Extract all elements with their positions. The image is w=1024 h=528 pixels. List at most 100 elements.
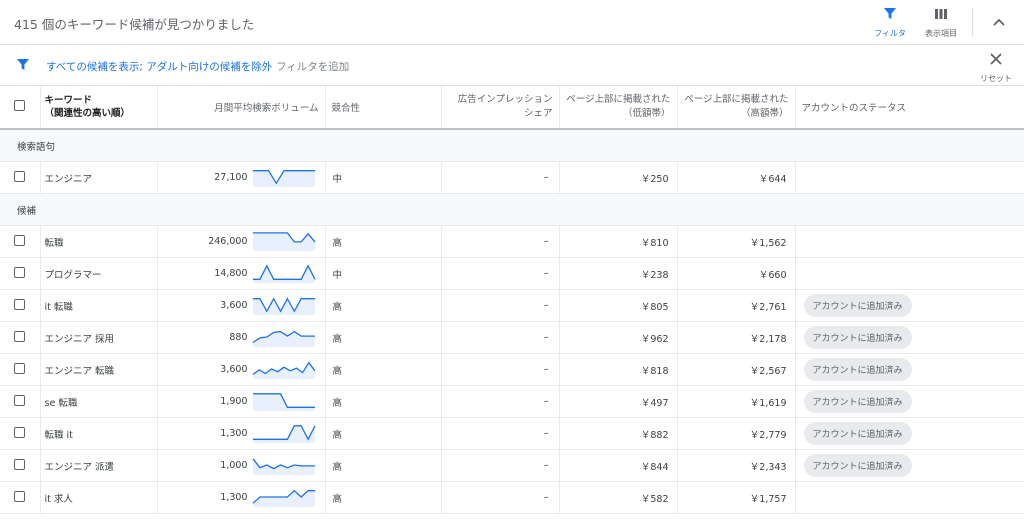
table-row[interactable]: it 求人 1,300 高 – ￥582 ￥1,757 <box>0 481 1024 514</box>
bid-low-header-line2: （低額帯） <box>622 108 671 119</box>
volume-value: 1,300 <box>220 428 248 439</box>
row-checkbox[interactable] <box>14 298 26 310</box>
volume-value: 246,000 <box>208 236 248 247</box>
trend-sparkline <box>252 361 316 379</box>
table-header-row: キーワード （関連性の高い順） ↓ 月間平均検索ボリューム 競合性 広告インプレ… <box>0 86 1024 130</box>
trend-sparkline <box>252 170 315 187</box>
volume-cell: 1,300 <box>157 417 326 450</box>
table-row[interactable]: se 転職 1,900 高 – ￥497 ￥1,619 アカウントに追加済み <box>0 385 1024 418</box>
volume-value: 3,600 <box>220 300 248 311</box>
bid-high-header-line2: （高額帯） <box>740 108 789 119</box>
competition-cell: 高 <box>325 417 442 450</box>
status-cell <box>795 225 1024 258</box>
keyword-cell: 転職 it <box>40 417 158 450</box>
volume-cell: 3,600 <box>157 289 326 322</box>
results-header: 415 個のキーワード候補が見つかりました フィルタ 表示項目 <box>0 0 1024 45</box>
impression-share-cell: – <box>441 225 560 258</box>
table-row[interactable]: エンジニア 転職 3,600 高 – ￥818 ￥2,567 アカウントに追加済み <box>0 353 1024 386</box>
row-checkbox[interactable] <box>14 330 26 342</box>
impression-share-cell: – <box>441 257 560 290</box>
trend-sparkline <box>252 489 315 507</box>
trend-sparkline <box>252 264 316 283</box>
impression-share-cell: – <box>441 161 560 194</box>
status-column-header[interactable]: アカウントのステータス <box>795 86 1024 130</box>
bid-low-cell: ￥582 <box>559 481 678 514</box>
bid-high-cell: ￥1,757 <box>677 481 796 514</box>
toolbar-divider <box>972 8 973 36</box>
volume-value: 3,600 <box>220 364 248 375</box>
row-checkbox[interactable] <box>14 362 26 374</box>
row-checkbox[interactable] <box>14 170 26 182</box>
volume-cell: 14,800 <box>157 257 326 290</box>
table-row[interactable]: プログラマー 14,800 中 – ￥238 ￥660 <box>0 257 1024 290</box>
keyword-column-header[interactable]: キーワード （関連性の高い順） ↓ <box>40 86 158 130</box>
bid-low-cell: ￥844 <box>559 449 678 482</box>
table-row[interactable]: 転職 it 1,300 高 – ￥882 ￥2,779 アカウントに追加済み <box>0 417 1024 450</box>
keyword-cell: it 転職 <box>40 289 158 322</box>
impression-share-cell: – <box>441 481 560 514</box>
filter-icon <box>884 8 896 19</box>
bid-high-cell: ￥1,619 <box>677 385 796 418</box>
select-all-checkbox[interactable] <box>14 100 26 111</box>
status-cell: アカウントに追加済み <box>795 321 1024 354</box>
row-checkbox[interactable] <box>14 490 26 502</box>
results-count-title: 415 個のキーワード候補が見つかりました <box>14 17 255 32</box>
trend-sparkline <box>252 297 315 315</box>
table-row[interactable]: 転職 246,000 高 – ￥810 ￥1,562 <box>0 225 1024 258</box>
bid-high-cell: ￥1,562 <box>677 225 796 258</box>
bid-low-cell: ￥497 <box>559 385 678 418</box>
row-checkbox[interactable] <box>14 234 26 246</box>
add-filter-link[interactable]: フィルタを追加 <box>276 59 349 74</box>
impression-share-cell: – <box>441 449 560 482</box>
competition-column-header[interactable]: 競合性 <box>325 86 442 130</box>
keyword-header-sublabel: （関連性の高い順） <box>44 108 131 119</box>
bid-high-cell: ￥644 <box>677 161 796 194</box>
bid-high-cell: ￥2,779 <box>677 417 796 450</box>
table-row[interactable]: it 転職 3,600 高 – ￥805 ￥2,761 アカウントに追加済み <box>0 289 1024 322</box>
impression-share-column-header[interactable]: 広告インプレッション シェア <box>441 86 560 130</box>
columns-button[interactable]: 表示項目 <box>916 6 966 39</box>
status-badge: アカウントに追加済み <box>803 294 912 317</box>
bid-low-header-line1: ページ上部に掲載された <box>566 94 671 105</box>
volume-cell: 1,300 <box>157 481 326 514</box>
bid-high-cell: ￥2,761 <box>677 289 796 322</box>
trend-sparkline <box>252 393 315 411</box>
row-checkbox-cell <box>0 289 41 322</box>
table-row[interactable]: エンジニア 27,100 中 – ￥250 ￥644 <box>0 161 1024 194</box>
row-checkbox[interactable] <box>14 458 26 470</box>
competition-cell: 高 <box>325 385 442 418</box>
collapse-button[interactable] <box>988 12 1010 34</box>
keyword-cell: エンジニア <box>40 161 158 194</box>
impression-share-cell: – <box>441 385 560 418</box>
volume-value: 1,300 <box>220 492 248 503</box>
reset-button[interactable]: リセット <box>976 51 1016 84</box>
competition-cell: 中 <box>325 161 442 194</box>
status-badge: アカウントに追加済み <box>803 390 912 413</box>
row-checkbox-cell <box>0 353 41 386</box>
impression-share-cell: – <box>441 353 560 386</box>
table-row[interactable]: エンジニア 採用 880 高 – ￥962 ￥2,178 アカウントに追加済み <box>0 321 1024 354</box>
group-header-suggestions: 候補 <box>0 193 1024 226</box>
keyword-cell: 転職 <box>40 225 158 258</box>
bid-low-cell: ￥238 <box>559 257 678 290</box>
row-checkbox[interactable] <box>14 394 26 406</box>
impression-header-line1: 広告インプレッション <box>457 94 553 105</box>
volume-value: 27,100 <box>214 172 248 183</box>
trend-sparkline <box>252 232 315 251</box>
bid-low-column-header[interactable]: ページ上部に掲載された （低額帯） <box>559 86 678 130</box>
bid-high-column-header[interactable]: ページ上部に掲載された （高額帯） <box>677 86 796 130</box>
row-checkbox[interactable] <box>14 426 26 438</box>
competition-cell: 高 <box>325 353 442 386</box>
volume-column-header[interactable]: 月間平均検索ボリューム <box>157 86 326 130</box>
status-badge: アカウントに追加済み <box>803 326 912 349</box>
reset-label: リセット <box>980 74 1012 83</box>
volume-cell: 1,000 <box>157 449 326 482</box>
keyword-cell: プログラマー <box>40 257 158 290</box>
status-cell: アカウントに追加済み <box>795 385 1024 418</box>
status-cell: アカウントに追加済み <box>795 353 1024 386</box>
table-row[interactable]: エンジニア 派遣 1,000 高 – ￥844 ￥2,343 アカウントに追加済み <box>0 449 1024 482</box>
filter-button[interactable]: フィルタ <box>865 6 915 39</box>
row-checkbox[interactable] <box>14 266 26 278</box>
active-filter-chip[interactable]: すべての候補を表示; アダルト向けの候補を除外 <box>46 59 272 74</box>
trend-sparkline <box>252 425 316 443</box>
